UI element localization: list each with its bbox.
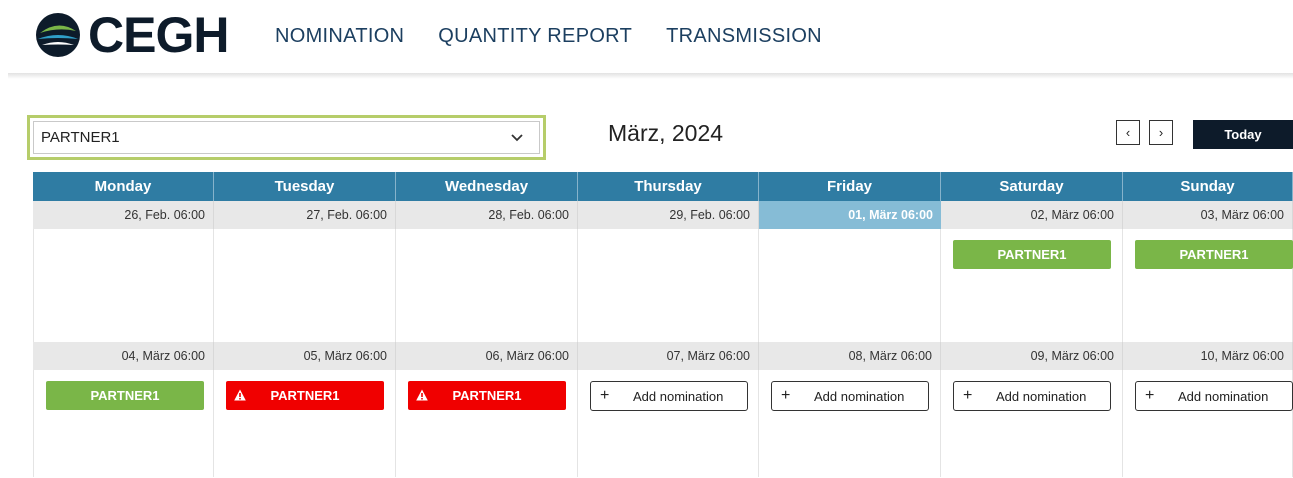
prev-month-button[interactable]: ‹ — [1116, 120, 1140, 145]
nomination-label: PARTNER1 — [997, 247, 1067, 262]
weekday-header-thursday: Thursday — [578, 172, 759, 201]
day-cell[interactable] — [33, 229, 214, 342]
day-cell[interactable] — [578, 229, 759, 342]
date-cell: 27, Feb. 06:00 — [214, 201, 396, 229]
date-cell: 09, März 06:00 — [941, 342, 1123, 370]
nomination-badge[interactable]: PARTNER1 — [1135, 240, 1293, 269]
chevron-down-icon — [511, 134, 523, 142]
nomination-warning-badge[interactable]: PARTNER1 — [408, 381, 566, 410]
date-cell: 10, März 06:00 — [1123, 342, 1293, 370]
brand-logo[interactable]: CEGH — [34, 7, 229, 63]
week-1-body-row: PARTNER1 PARTNER1 — [33, 229, 1293, 342]
add-nomination-button[interactable]: + Add nomination — [953, 381, 1111, 411]
add-nomination-button[interactable]: + Add nomination — [1135, 381, 1293, 411]
next-month-button[interactable]: › — [1149, 120, 1173, 145]
plus-icon: + — [781, 387, 791, 404]
day-cell[interactable] — [759, 229, 941, 342]
plus-icon: + — [963, 387, 973, 404]
date-cell: 08, März 06:00 — [759, 342, 941, 370]
weekday-header-monday: Monday — [33, 172, 214, 201]
date-cell: 26, Feb. 06:00 — [33, 201, 214, 229]
cegh-circle-logo-icon — [36, 13, 80, 57]
day-cell[interactable]: + Add nomination — [941, 370, 1123, 477]
day-cell[interactable]: PARTNER1 — [941, 229, 1123, 342]
nav-transmission[interactable]: TRANSMISSION — [666, 25, 822, 48]
app-header: CEGH NOMINATION QUANTITY REPORT TRANSMIS… — [0, 0, 1293, 74]
weekday-header-friday: Friday — [759, 172, 941, 201]
weekday-header-saturday: Saturday — [941, 172, 1123, 201]
date-cell: 06, März 06:00 — [396, 342, 578, 370]
plus-icon: + — [1145, 387, 1155, 404]
today-button[interactable]: Today — [1193, 120, 1293, 149]
header-divider — [8, 73, 1293, 79]
warning-icon — [416, 389, 428, 401]
day-cell[interactable]: + Add nomination — [1123, 370, 1293, 477]
nomination-badge[interactable]: PARTNER1 — [46, 381, 204, 410]
today-date-cell: 01, März 06:00 — [759, 201, 941, 229]
date-cell: 28, Feb. 06:00 — [396, 201, 578, 229]
main-nav: NOMINATION QUANTITY REPORT TRANSMISSION — [275, 25, 822, 48]
month-title: März, 2024 — [608, 120, 724, 146]
plus-icon: + — [600, 387, 610, 404]
add-nomination-label: Add nomination — [1178, 389, 1269, 404]
nomination-label: PARTNER1 — [452, 388, 522, 403]
nomination-label: PARTNER1 — [270, 388, 340, 403]
nomination-warning-badge[interactable]: PARTNER1 — [226, 381, 384, 410]
brand-name: CEGH — [88, 7, 229, 63]
chevron-left-icon: ‹ — [1125, 125, 1131, 140]
date-cell: 02, März 06:00 — [941, 201, 1123, 229]
add-nomination-button[interactable]: + Add nomination — [590, 381, 748, 411]
day-cell[interactable]: + Add nomination — [759, 370, 941, 477]
week-2-date-row: 04, März 06:00 05, März 06:00 06, März 06:… — [33, 342, 1293, 370]
nav-nomination[interactable]: NOMINATION — [275, 25, 404, 48]
add-nomination-label: Add nomination — [996, 389, 1087, 404]
add-nomination-label: Add nomination — [814, 389, 905, 404]
day-cell[interactable]: PARTNER1 — [33, 370, 214, 477]
warning-icon — [234, 389, 246, 401]
nav-quantity-report[interactable]: QUANTITY REPORT — [438, 25, 632, 48]
week-2-body-row: PARTNER1 PARTNER1 PARTNER1 + Add nomination +… — [33, 370, 1293, 477]
date-cell: 07, März 06:00 — [578, 342, 759, 370]
weekday-header-wednesday: Wednesday — [396, 172, 578, 201]
date-cell: 29, Feb. 06:00 — [578, 201, 759, 229]
date-cell: 05, März 06:00 — [214, 342, 396, 370]
add-nomination-button[interactable]: + Add nomination — [771, 381, 929, 411]
weekday-header-sunday: Sunday — [1123, 172, 1293, 201]
day-cell[interactable]: + Add nomination — [578, 370, 759, 477]
week-1-date-row: 26, Feb. 06:00 27, Feb. 06:00 28, Feb. 06:… — [33, 201, 1293, 229]
calendar-grid: Monday Tuesday Wednesday Thursday Friday Satu… — [33, 172, 1293, 477]
nomination-label: PARTNER1 — [1179, 247, 1249, 262]
weekday-header-tuesday: Tuesday — [214, 172, 396, 201]
nomination-label: PARTNER1 — [90, 388, 160, 403]
chevron-right-icon: › — [1158, 125, 1164, 140]
nomination-badge[interactable]: PARTNER1 — [953, 240, 1111, 269]
partner-select[interactable]: PARTNER1 — [27, 115, 546, 160]
day-cell[interactable]: PARTNER1 — [396, 370, 578, 477]
date-cell: 04, März 06:00 — [33, 342, 214, 370]
day-cell[interactable] — [214, 229, 396, 342]
add-nomination-label: Add nomination — [633, 389, 724, 404]
partner-select-value: PARTNER1 — [41, 129, 120, 146]
day-cell[interactable]: PARTNER1 — [1123, 229, 1293, 342]
partner-select-box[interactable]: PARTNER1 — [33, 121, 540, 154]
date-cell: 03, März 06:00 — [1123, 201, 1293, 229]
day-cell[interactable]: PARTNER1 — [214, 370, 396, 477]
day-cell[interactable] — [396, 229, 578, 342]
weekday-header-row: Monday Tuesday Wednesday Thursday Friday Satu… — [33, 172, 1293, 201]
